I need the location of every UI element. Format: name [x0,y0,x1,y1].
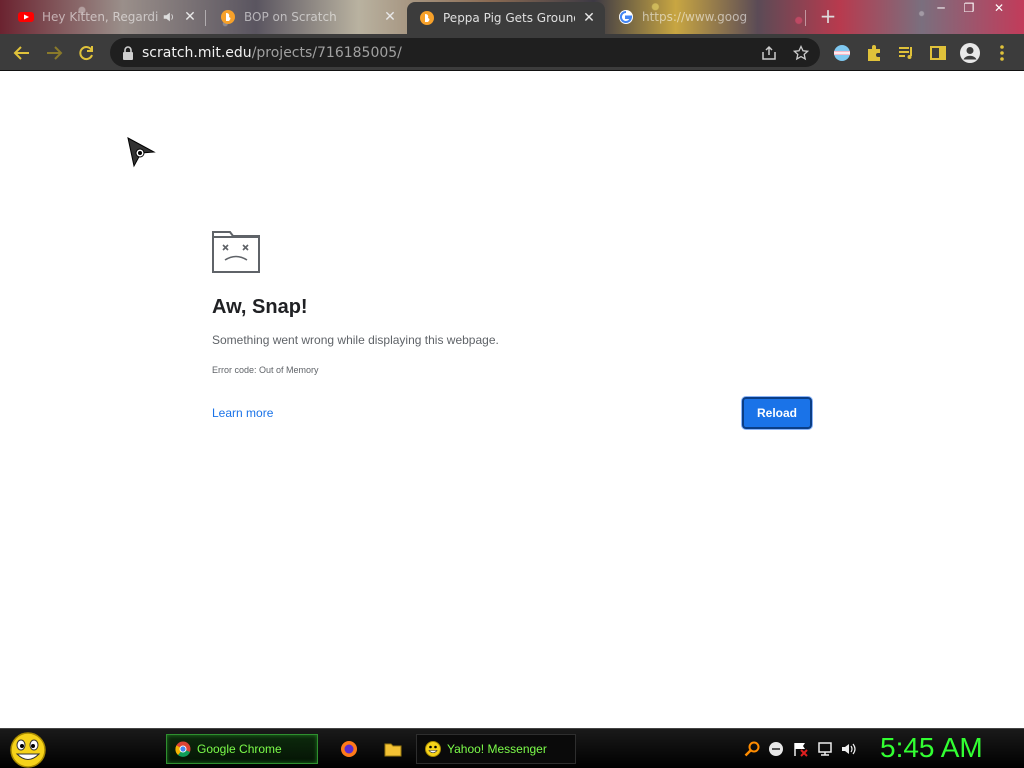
error-code: Error code: Out of Memory [212,365,319,375]
bookmark-star-icon [793,45,809,61]
sad-tab-icon [212,231,260,273]
url-host: scratch.mit.edu [142,44,252,61]
address-bar[interactable]: scratch.mit.edu/projects/716185005/ [110,38,820,67]
tab-close-icon[interactable]: ✕ [182,9,198,25]
tab-title: https://www.goog [642,10,748,24]
taskbar-item-yahoo-messenger[interactable]: Yahoo! Messenger [416,734,576,764]
reload-button[interactable]: Reload [742,397,812,429]
minimize-button[interactable]: ─ [926,0,956,18]
error-heading: Aw, Snap! [212,296,308,318]
youtube-icon [18,12,34,22]
url-path: /projects/716185005/ [251,44,402,61]
browser-toolbar: scratch.mit.edu/projects/716185005/ [0,34,1024,71]
extension-profile-button[interactable] [828,39,856,67]
url-text: scratch.mit.edu/projects/716185005/ [142,45,402,61]
mouse-cursor-icon [127,137,156,168]
bookmark-button[interactable] [792,44,810,62]
firefox-icon[interactable] [340,740,358,758]
side-panel-icon [930,46,946,60]
scratch-icon [420,11,434,25]
account-button[interactable] [956,39,984,67]
start-button[interactable] [8,731,48,768]
forward-icon [47,46,63,60]
google-icon [619,10,633,24]
audio-playing-icon[interactable] [162,10,176,24]
yahoo-messenger-icon [425,741,441,757]
scratch-icon [221,10,235,24]
back-icon [13,46,29,60]
more-menu-icon [1000,45,1004,61]
tab-title: BOP on Scratch [244,10,337,24]
volume-icon[interactable] [841,741,857,757]
tab-strip: Hey Kitten, Regardi ✕ BOP on Scratch ✕ P… [0,0,1024,34]
new-tab-button[interactable]: + [818,6,838,26]
tab-title: Hey Kitten, Regardi [42,10,158,24]
account-icon [960,43,980,63]
tab-close-icon[interactable]: ✕ [382,9,398,25]
tab-4[interactable]: https://www.goog [606,2,806,32]
flag-icon[interactable] [792,741,808,757]
tab-3-active[interactable]: Peppa Pig Gets Grounde ✕ [407,2,605,34]
extensions-puzzle-icon [868,45,880,61]
restore-button[interactable]: ❐ [954,0,984,18]
taskbar-item-chrome[interactable]: Google Chrome [166,734,318,764]
folder-icon[interactable] [384,740,402,758]
learn-more-link[interactable]: Learn more [212,406,273,420]
extension-profile-icon [834,45,850,61]
side-panel-button[interactable] [924,39,952,67]
forward-button[interactable] [40,39,68,67]
media-queue-icon [899,47,912,59]
taskbar-item-label: Google Chrome [197,742,282,756]
tab-title: Peppa Pig Gets Grounde [443,11,575,25]
share-icon [762,45,776,60]
taskbar-clock[interactable]: 5:45 AM [880,732,1020,764]
search-icon[interactable] [744,741,760,757]
taskbar-item-label: Yahoo! Messenger [447,742,547,756]
tab-close-icon[interactable]: ✕ [581,10,597,26]
page-content: Aw, Snap! Something went wrong while dis… [0,71,1024,728]
more-menu-button[interactable] [988,39,1016,67]
back-button[interactable] [8,39,36,67]
tab-separator [805,10,806,26]
reload-icon [79,46,93,61]
close-window-button[interactable]: ✕ [984,0,1014,18]
messenger-status-icon[interactable] [768,741,784,757]
error-message: Something went wrong while displaying th… [212,333,499,347]
reload-toolbar-button[interactable] [72,39,100,67]
extensions-button[interactable] [860,39,888,67]
share-button[interactable] [760,44,778,62]
tab-separator [205,10,206,26]
tab-1[interactable]: Hey Kitten, Regardi ✕ [6,2,206,32]
network-icon[interactable] [817,741,833,757]
tab-2[interactable]: BOP on Scratch ✕ [208,2,406,32]
chrome-icon [175,741,191,757]
lock-icon[interactable] [122,45,134,60]
media-control-button[interactable] [892,39,920,67]
taskbar: Google Chrome Yahoo! Messenger 5:45 AM [0,728,1024,768]
